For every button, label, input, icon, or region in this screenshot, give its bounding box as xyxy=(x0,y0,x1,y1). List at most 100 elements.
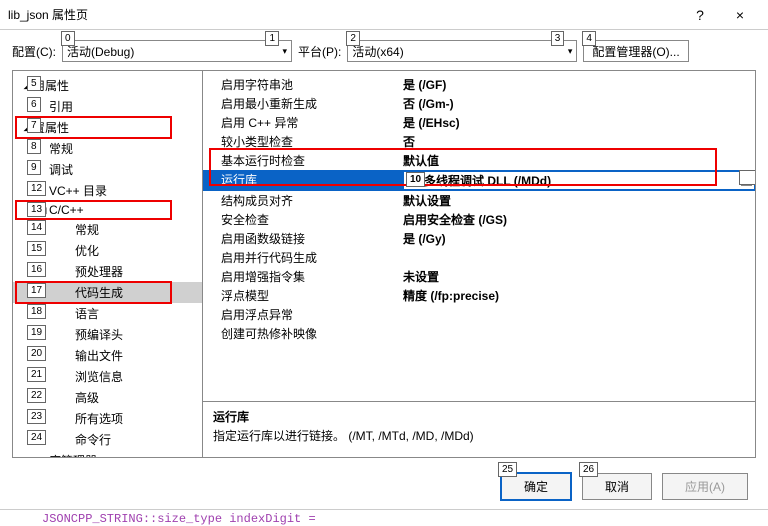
property-grid[interactable]: 启用字符串池是 (/GF)启用最小重新生成否 (/Gm-)启用 C++ 异常是 … xyxy=(203,71,755,401)
property-panel: 启用字符串池是 (/GF)启用最小重新生成否 (/Gm-)启用 C++ 异常是 … xyxy=(203,71,755,457)
prop-name: 结构成员对齐 xyxy=(203,192,403,209)
tree-label: 浏览信息 xyxy=(75,368,123,385)
prop-name: 启用浮点异常 xyxy=(203,306,403,323)
tree-label: 引用 xyxy=(49,98,73,115)
apply-button[interactable]: 应用(A) xyxy=(662,473,748,500)
tree-item[interactable]: 所有选项23 xyxy=(13,408,202,429)
property-row[interactable]: 启用并行代码生成 xyxy=(203,248,755,267)
tag-0: 0 xyxy=(61,31,75,46)
prop-name: 浮点模型 xyxy=(203,287,403,304)
tree-item[interactable]: ◢C/C++13 xyxy=(13,201,202,219)
tree-item[interactable]: 引用6 xyxy=(13,96,202,117)
prop-name: 较小类型检查 xyxy=(203,133,403,150)
property-row[interactable]: 启用 C++ 异常是 (/EHsc) xyxy=(203,113,755,132)
tree-item[interactable]: ◢置属性7 xyxy=(13,117,202,138)
tag-1: 1 xyxy=(265,31,279,46)
tree-label: 代码生成 xyxy=(75,284,123,301)
help-button[interactable]: ? xyxy=(680,7,720,23)
property-row[interactable]: 较小类型检查否 xyxy=(203,132,755,151)
titlebar: lib_json 属性页 ? × xyxy=(0,0,768,30)
property-row[interactable]: 基本运行时检查默认值 xyxy=(203,151,755,170)
prop-name: 创建可热修补映像 xyxy=(203,325,403,342)
tree-label: 库管理器 xyxy=(49,452,97,457)
tag-3: 3 xyxy=(551,31,565,46)
property-row[interactable]: 启用最小重新生成否 (/Gm-) xyxy=(203,94,755,113)
tree-label: 预处理器 xyxy=(75,263,123,280)
tree-item[interactable]: 命令行24 xyxy=(13,429,202,450)
tree-label: 语言 xyxy=(75,305,99,322)
prop-value: 是 (/EHsc) xyxy=(403,114,755,131)
prop-name: 启用增强指令集 xyxy=(203,268,403,285)
property-row[interactable]: 结构成员对齐默认设置 xyxy=(203,191,755,210)
desc-title: 运行库 xyxy=(213,408,745,425)
property-row[interactable]: 启用函数级链接是 (/Gy) xyxy=(203,229,755,248)
prop-name: 启用 C++ 异常 xyxy=(203,114,403,131)
toolbar: 配置(C): 0 活动(Debug) ▾ 1 平台(P): 2 活动(x64) … xyxy=(0,30,768,70)
tree-item[interactable]: 输出文件20 xyxy=(13,345,202,366)
tree-item[interactable]: 调试9 xyxy=(13,159,202,180)
tree-label: 所有选项 xyxy=(75,410,123,427)
tree-label: 调试 xyxy=(49,161,73,178)
expand-icon[interactable]: ▷ xyxy=(37,455,49,457)
platform-combo[interactable]: 2 活动(x64) ▾ 3 xyxy=(347,40,577,62)
prop-value xyxy=(403,249,755,266)
prop-value: 未设置 xyxy=(403,268,755,285)
tree-label: 命令行 xyxy=(75,431,111,448)
tree-label: C/C++ xyxy=(49,203,84,217)
config-label: 配置(C): xyxy=(12,43,56,60)
config-manager-button[interactable]: 4 配置管理器(O)... xyxy=(583,40,688,62)
property-row[interactable]: 创建可热修补映像 xyxy=(203,324,755,343)
tree-label: 常规 xyxy=(49,140,73,157)
prop-value xyxy=(403,306,755,323)
tree-label: VC++ 目录 xyxy=(49,182,107,199)
cancel-button[interactable]: 26 取消 xyxy=(582,473,652,500)
tag-2: 2 xyxy=(346,31,360,46)
nav-tree[interactable]: ◢用属性5引用6◢置属性7常规8调试9VC++ 目录12◢C/C++13常规14… xyxy=(13,71,203,457)
prop-value: 是 (/GF) xyxy=(403,76,755,93)
prop-value[interactable]: 多线程调试 DLL (/MDd)▾10 xyxy=(403,171,755,190)
tree-item[interactable]: 浏览信息21 xyxy=(13,366,202,387)
tree-item[interactable]: 代码生成17 xyxy=(13,282,202,303)
prop-value: 是 (/Gy) xyxy=(403,230,755,247)
tree-item[interactable]: 预处理器16 xyxy=(13,261,202,282)
config-combo[interactable]: 0 活动(Debug) ▾ 1 xyxy=(62,40,292,62)
tree-item[interactable]: ▷库管理器 xyxy=(13,450,202,457)
prop-name: 运行库 xyxy=(203,171,403,190)
tree-item[interactable]: 高级22 xyxy=(13,387,202,408)
tree-item[interactable]: ◢用属性5 xyxy=(13,75,202,96)
window-title: lib_json 属性页 xyxy=(8,6,680,23)
property-row[interactable]: 启用浮点异常 xyxy=(203,305,755,324)
tree-item[interactable]: 预编译头19 xyxy=(13,324,202,345)
property-row[interactable]: 运行库多线程调试 DLL (/MDd)▾1011 xyxy=(203,170,755,191)
property-row[interactable]: 浮点模型精度 (/fp:precise) xyxy=(203,286,755,305)
prop-value: 默认值 xyxy=(403,152,755,169)
prop-name: 启用最小重新生成 xyxy=(203,95,403,112)
platform-label: 平台(P): xyxy=(298,43,341,60)
property-row[interactable]: 启用增强指令集未设置 xyxy=(203,267,755,286)
property-row[interactable]: 安全检查启用安全检查 (/GS) xyxy=(203,210,755,229)
prop-name: 启用并行代码生成 xyxy=(203,249,403,266)
close-button[interactable]: × xyxy=(720,7,760,23)
prop-value: 默认设置 xyxy=(403,192,755,209)
main-area: ◢用属性5引用6◢置属性7常规8调试9VC++ 目录12◢C/C++13常规14… xyxy=(12,70,756,458)
footer-code: JSONCPP_STRING::size_type indexDigit = xyxy=(0,509,768,526)
desc-body: 指定运行库以进行链接。 (/MT, /MTd, /MD, /MDd) xyxy=(213,427,745,444)
prop-name: 启用字符串池 xyxy=(203,76,403,93)
tree-item[interactable]: VC++ 目录12 xyxy=(13,180,202,201)
tag-4: 4 xyxy=(582,31,596,46)
tree-item[interactable]: 语言18 xyxy=(13,303,202,324)
ok-button[interactable]: 25 确定 xyxy=(500,472,572,501)
prop-value xyxy=(403,325,755,342)
chevron-down-icon: ▾ xyxy=(282,46,287,57)
tree-item[interactable]: 优化15 xyxy=(13,240,202,261)
prop-value: 否 (/Gm-) xyxy=(403,95,755,112)
tree-item[interactable]: 常规14 xyxy=(13,219,202,240)
tree-item[interactable]: 常规8 xyxy=(13,138,202,159)
tree-label: 输出文件 xyxy=(75,347,123,364)
prop-value: 精度 (/fp:precise) xyxy=(403,287,755,304)
property-row[interactable]: 启用字符串池是 (/GF) xyxy=(203,75,755,94)
prop-name: 基本运行时检查 xyxy=(203,152,403,169)
dialog-buttons: 25 确定 26 取消 应用(A) xyxy=(0,466,768,509)
prop-name: 启用函数级链接 xyxy=(203,230,403,247)
tree-label: 预编译头 xyxy=(75,326,123,343)
